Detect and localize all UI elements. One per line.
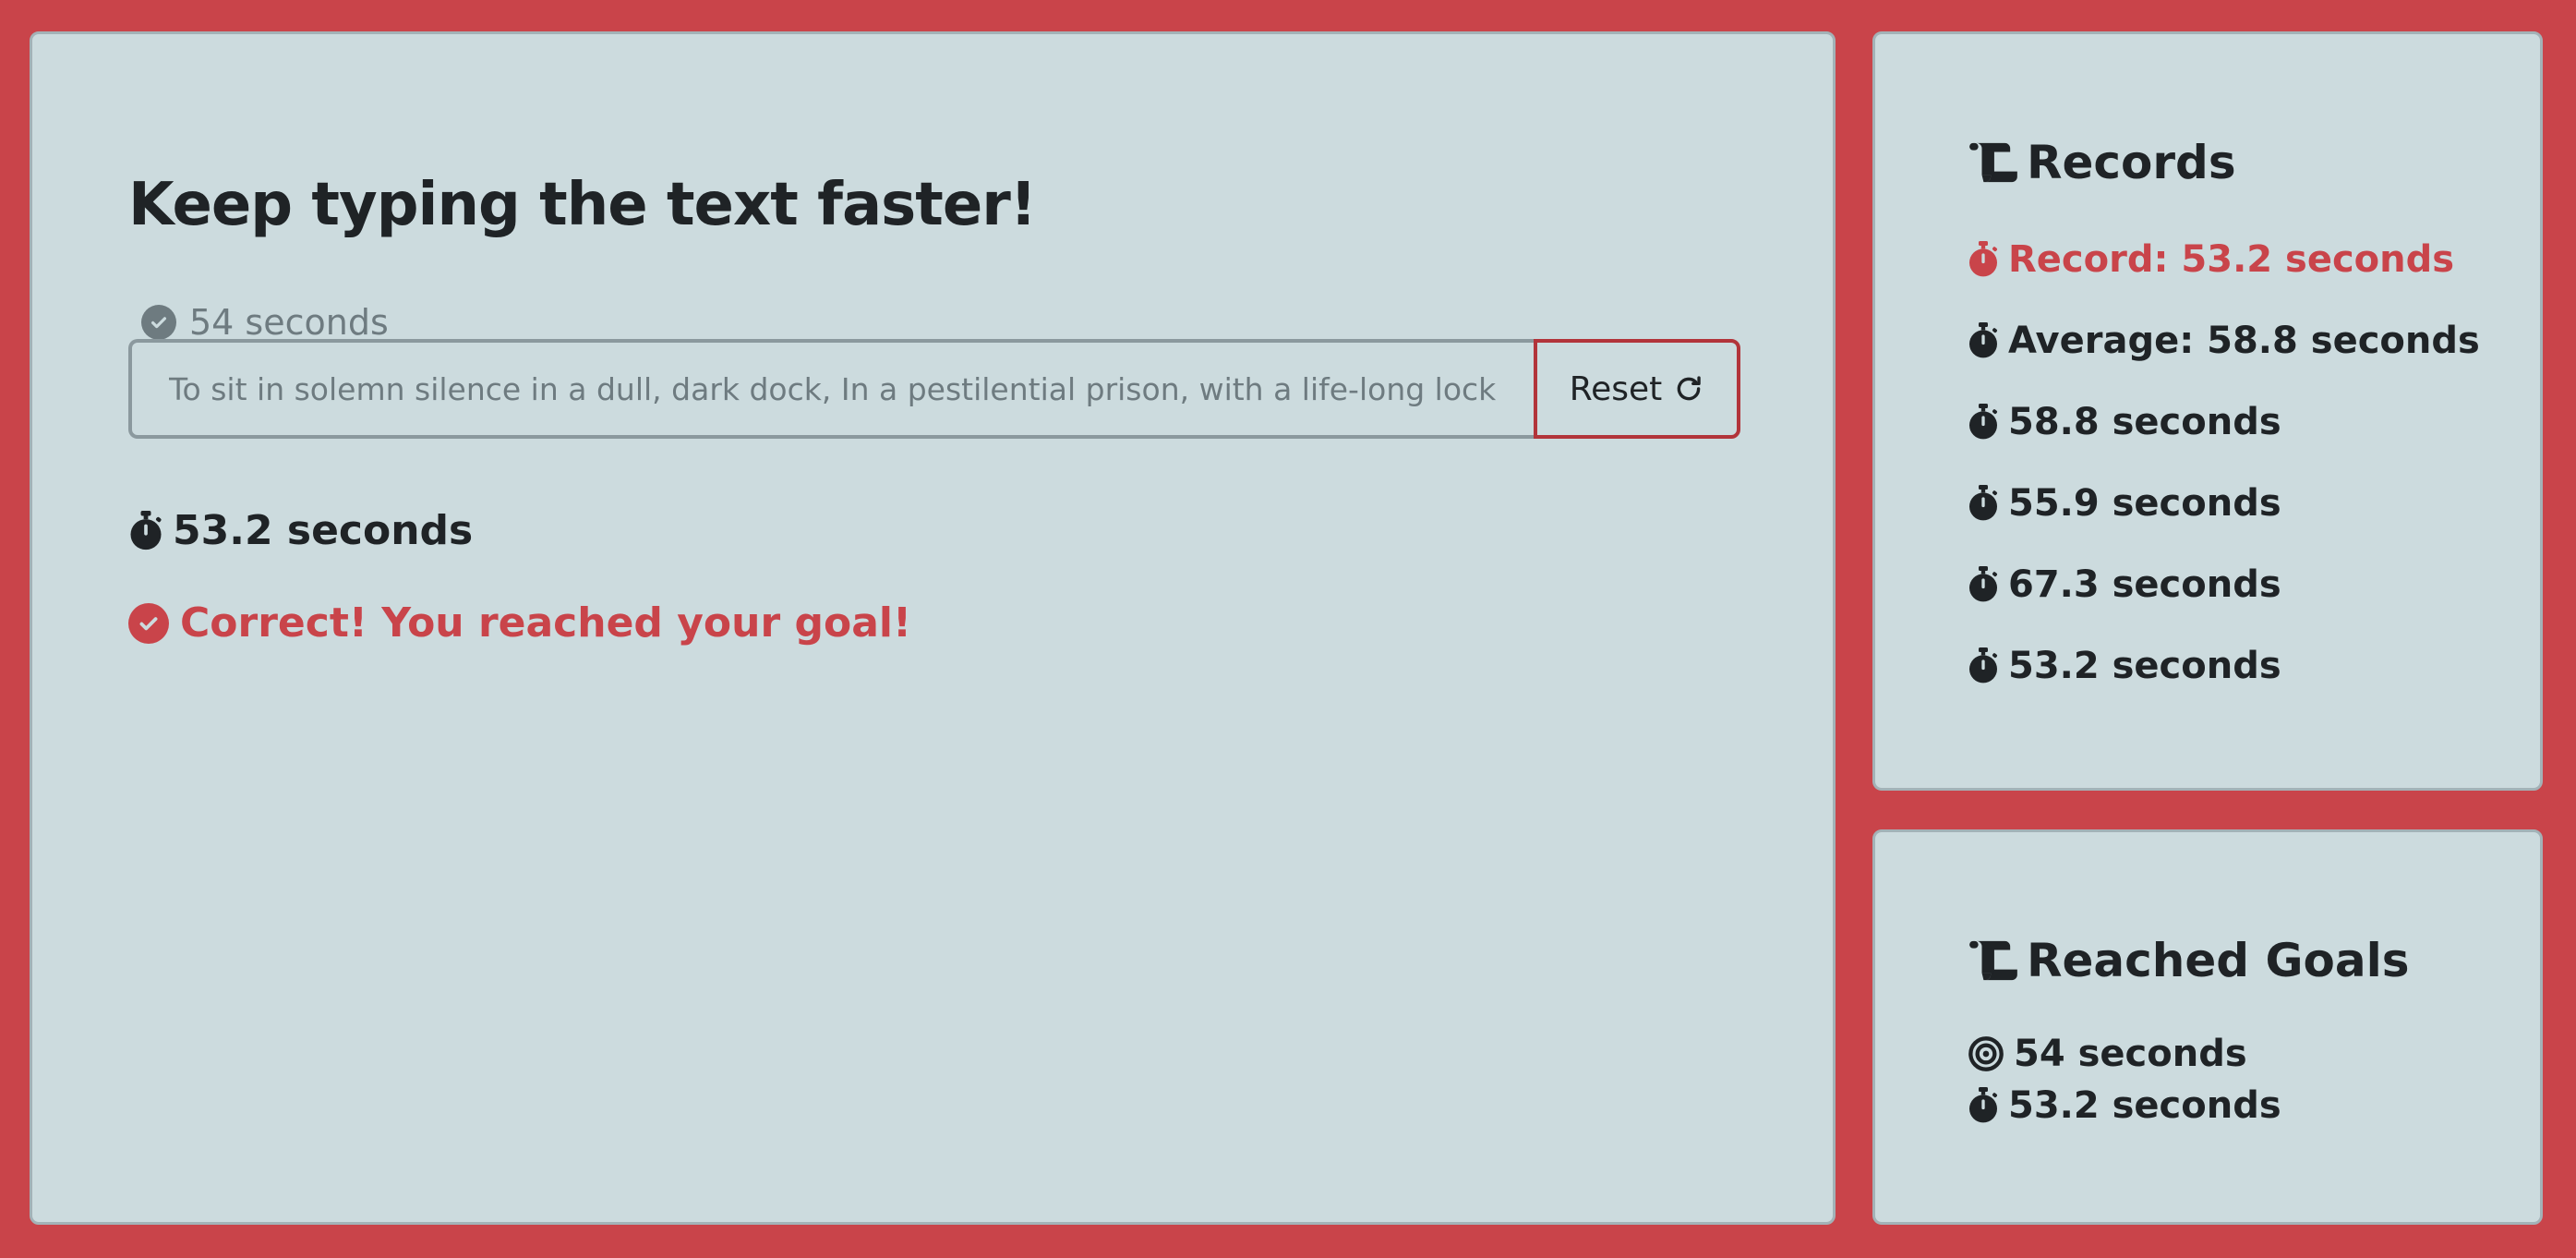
target-icon	[1968, 1035, 2004, 1072]
reset-button-label: Reset	[1569, 369, 1663, 408]
list-item: 67.3 seconds	[1968, 544, 2480, 625]
goal-indicator: 54 seconds	[141, 302, 389, 343]
goal-time-text: 54 seconds	[189, 302, 389, 343]
record-average-text: Average: 58.8 seconds	[2008, 320, 2480, 362]
typing-card: Keep typing the text faster! 54 seconds …	[30, 31, 1836, 1225]
list-item: 58.8 seconds	[1968, 381, 2480, 463]
list-item: 53.2 seconds	[1968, 1080, 2281, 1131]
stopwatch-icon	[1968, 404, 1999, 441]
success-message-text: Correct! You reached your goal!	[180, 599, 912, 647]
success-message: Correct! You reached your goal!	[128, 599, 911, 647]
stopwatch-icon	[1968, 647, 1999, 684]
stopwatch-icon	[1968, 485, 1999, 522]
records-title-text: Records	[2027, 136, 2236, 189]
record-average: Average: 58.8 seconds	[1968, 300, 2480, 381]
record-best-text: Record: 53.2 seconds	[2008, 238, 2455, 281]
goal-time-text: 54 seconds	[2014, 1033, 2247, 1075]
check-circle-icon	[128, 602, 169, 644]
current-time: 53.2 seconds	[128, 507, 473, 554]
records-title: Records	[1968, 136, 2236, 189]
typing-input-group: Reset	[128, 339, 1740, 439]
record-time-text: 67.3 seconds	[2008, 563, 2281, 606]
current-time-text: 53.2 seconds	[173, 507, 474, 554]
list-item: 54 seconds	[1968, 1028, 2281, 1080]
reached-goals-title: Reached Goals	[1968, 934, 2410, 987]
records-list: Record: 53.2 seconds Average: 58.8 secon…	[1968, 219, 2480, 707]
reached-time-text: 53.2 seconds	[2008, 1084, 2281, 1127]
stopwatch-icon	[1968, 241, 1999, 278]
reached-goals-card: Reached Goals 54 seconds 53.2 seconds	[1872, 829, 2543, 1225]
typing-input[interactable]	[128, 339, 1534, 439]
scroll-icon	[1968, 939, 2017, 982]
record-time-text: 55.9 seconds	[2008, 482, 2281, 525]
stopwatch-icon	[1968, 322, 1999, 359]
stopwatch-icon	[1968, 566, 1999, 603]
check-circle-icon	[141, 305, 176, 340]
reached-goals-list: 54 seconds 53.2 seconds	[1968, 1028, 2281, 1131]
record-time-text: 58.8 seconds	[2008, 401, 2281, 443]
list-item: 53.2 seconds	[1968, 625, 2480, 707]
list-item: 55.9 seconds	[1968, 463, 2480, 544]
reached-goals-title-text: Reached Goals	[2027, 934, 2410, 987]
page-title: Keep typing the text faster!	[128, 171, 1037, 239]
stopwatch-icon	[128, 510, 163, 551]
record-time-text: 53.2 seconds	[2008, 645, 2281, 687]
stopwatch-icon	[1968, 1087, 1999, 1124]
record-best: Record: 53.2 seconds	[1968, 219, 2480, 300]
refresh-icon	[1673, 373, 1704, 405]
reset-button[interactable]: Reset	[1534, 339, 1740, 439]
records-card: Records Record: 53.2 seconds Average: 58…	[1872, 31, 2543, 791]
scroll-icon	[1968, 141, 2017, 184]
